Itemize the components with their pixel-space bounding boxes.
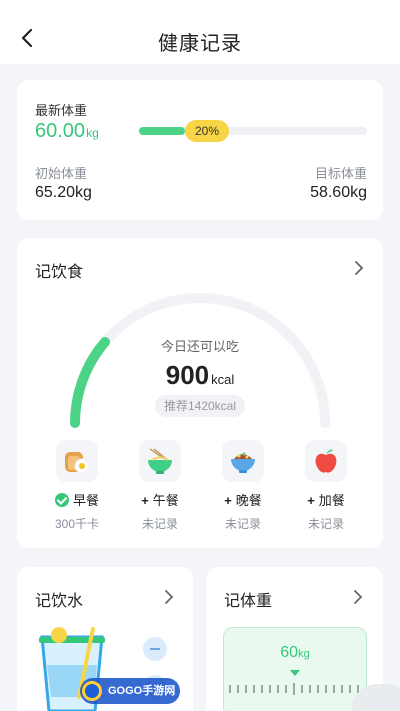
- food-card-title: 记饮食: [35, 264, 84, 281]
- toast-egg-icon: [56, 440, 98, 482]
- target-weight-value: 58.60kg: [310, 184, 367, 201]
- scale-value: 60kg: [224, 644, 366, 662]
- meal-snack-label: 加餐: [318, 493, 345, 508]
- water-decrease-button[interactable]: [143, 637, 167, 661]
- meal-dinner-name: + 晚餐: [203, 490, 283, 509]
- weight-summary-card: 最新体重 60.00kg 20% 初始体重 65.20kg 目标体重 58.60…: [17, 80, 383, 220]
- latest-weight-number: 60.00: [35, 120, 86, 142]
- initial-weight-value: 65.20kg: [35, 184, 92, 201]
- meal-dinner-label: 晚餐: [235, 493, 262, 508]
- top-bar: 健康记录: [0, 0, 400, 64]
- weight-record-title: 记体重: [224, 593, 273, 610]
- scale-pointer-icon: [290, 670, 300, 676]
- meal-dinner-status: 未记录: [224, 517, 261, 531]
- meal-snack[interactable]: + 加餐 未记录: [286, 440, 366, 532]
- apple-icon: [305, 440, 347, 482]
- remaining-calories: 900 kcal: [17, 360, 383, 391]
- plus-icon: +: [307, 493, 315, 508]
- meal-breakfast[interactable]: 早餐 300千卡: [37, 440, 117, 532]
- target-weight-label: 目标体重: [314, 166, 367, 181]
- weight-progress-badge: 20%: [185, 120, 229, 142]
- food-record-card[interactable]: 记饮食 今日还可以吃 900kcal 推荐1420kcal 早餐 300千卡: [17, 238, 383, 548]
- meal-snack-name: + 加餐: [286, 490, 366, 509]
- latest-weight-unit: kg: [86, 126, 99, 140]
- meal-lunch[interactable]: + 午餐 未记录: [120, 440, 200, 532]
- meal-breakfast-label: 早餐: [72, 493, 99, 508]
- plus-icon: +: [141, 493, 149, 508]
- weight-scale[interactable]: 60kg: [223, 627, 367, 711]
- weight-progress-fill: [139, 127, 185, 135]
- meal-lunch-name: + 午餐: [120, 490, 200, 509]
- chevron-right-icon[interactable]: [353, 260, 365, 276]
- remaining-calories-unit: kcal: [211, 372, 235, 387]
- meal-lunch-status: 未记录: [141, 517, 178, 531]
- scale-value-number: 60: [280, 644, 299, 661]
- meal-snack-status: 未记录: [307, 517, 344, 531]
- scale-value-unit: kg: [298, 648, 310, 660]
- weight-progress-bar: [139, 127, 367, 135]
- check-icon: [54, 493, 69, 507]
- noodle-bowl-icon: [139, 440, 181, 482]
- scale-ruler: [229, 683, 359, 695]
- latest-weight-value: 60.00kg: [35, 120, 99, 143]
- meal-breakfast-status: 300千卡: [54, 517, 100, 531]
- remaining-calories-label: 今日还可以吃: [160, 339, 239, 354]
- remaining-calories-number: 900: [165, 360, 210, 390]
- meal-lunch-label: 午餐: [152, 493, 179, 508]
- watermark-logo-icon: [82, 681, 102, 701]
- meal-dinner[interactable]: + 晚餐 未记录: [203, 440, 283, 532]
- page-title: 健康记录: [158, 33, 242, 55]
- weight-record-card[interactable]: 记体重 60kg: [206, 567, 383, 711]
- chevron-right-icon[interactable]: [352, 589, 364, 605]
- recommended-calories-pill: 推荐1420kcal: [155, 395, 245, 417]
- latest-weight-label: 最新体重: [35, 103, 88, 118]
- initial-weight-label: 初始体重: [35, 166, 88, 181]
- chevron-right-icon[interactable]: [163, 589, 175, 605]
- rice-bowl-icon: [222, 440, 264, 482]
- plus-icon: +: [224, 493, 232, 508]
- meal-breakfast-name: 早餐: [37, 490, 117, 509]
- water-card-title: 记饮水: [35, 593, 84, 610]
